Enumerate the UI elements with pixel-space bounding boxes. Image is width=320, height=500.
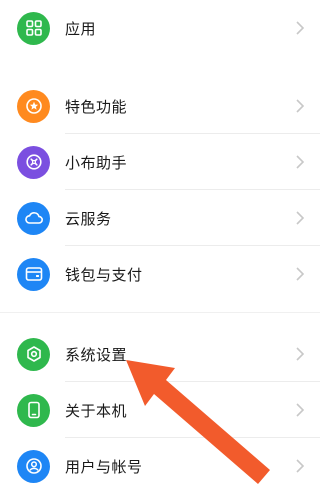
wallet-icon — [17, 257, 50, 291]
menu-item-label: 关于本机 — [65, 401, 128, 420]
cloud-icon — [17, 201, 50, 235]
apps-grid-icon — [17, 11, 50, 45]
chevron-right-icon — [296, 211, 305, 225]
chevron-right-icon — [296, 155, 305, 169]
chevron-right-icon — [296, 459, 305, 473]
menu-item-apps[interactable]: 应用 — [0, 0, 320, 56]
section-divider — [0, 312, 320, 313]
chevron-right-icon — [296, 347, 305, 361]
menu-item-label: 云服务 — [65, 209, 112, 228]
chevron-right-icon — [296, 21, 305, 35]
settings-hexagon-icon — [17, 337, 50, 371]
menu-item-label: 用户与帐号 — [65, 457, 143, 476]
menu-item-label: 小布助手 — [65, 153, 128, 172]
menu-item-label: 应用 — [65, 19, 97, 38]
user-account-icon — [17, 449, 50, 483]
menu-item-label: 特色功能 — [65, 97, 128, 116]
menu-item-label: 钱包与支付 — [65, 265, 143, 284]
menu-item-features[interactable]: 特色功能 — [0, 78, 320, 134]
chevron-right-icon — [296, 403, 305, 417]
chevron-right-icon — [296, 99, 305, 113]
menu-item-system-settings[interactable]: 系统设置 — [0, 326, 320, 382]
chevron-right-icon — [296, 267, 305, 281]
menu-item-cloud[interactable]: 云服务 — [0, 190, 320, 246]
menu-item-user-account[interactable]: 用户与帐号 — [0, 438, 320, 494]
menu-item-label: 系统设置 — [65, 345, 128, 364]
assistant-icon — [17, 145, 50, 179]
menu-item-assistant[interactable]: 小布助手 — [0, 134, 320, 190]
menu-item-about-device[interactable]: 关于本机 — [0, 382, 320, 438]
phone-icon — [17, 393, 50, 427]
menu-item-wallet[interactable]: 钱包与支付 — [0, 246, 320, 302]
star-badge-icon — [17, 89, 50, 123]
